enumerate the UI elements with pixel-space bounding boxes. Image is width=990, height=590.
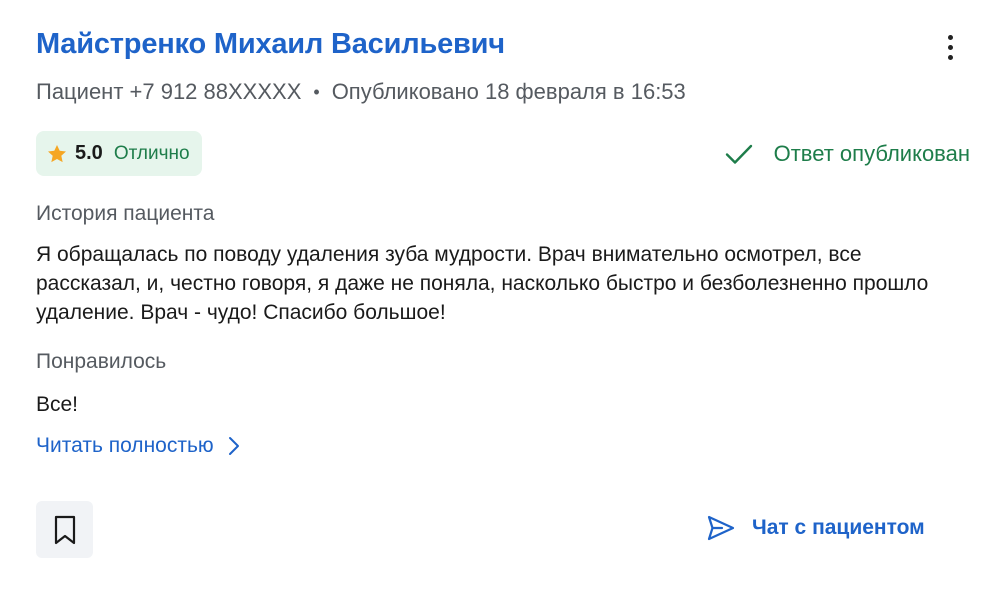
read-more-label: Читать полностью [36, 434, 214, 457]
check-icon [725, 144, 752, 164]
patient-phone: Пациент +7 912 88XXXXX [36, 79, 302, 104]
chevron-right-icon [228, 437, 239, 455]
more-dot [947, 54, 953, 60]
star-icon [48, 144, 66, 162]
more-options-button[interactable] [936, 30, 964, 64]
reply-status: Ответ опубликован [724, 141, 970, 167]
liked-heading: Понравилось [36, 350, 167, 373]
chat-button-label: Чат с пациентом [752, 516, 925, 539]
rating-badge: 5.0 Отлично [36, 131, 202, 176]
chat-with-patient-button[interactable]: Чат с пациентом [706, 513, 925, 543]
author-name-link[interactable]: Майстренко Михаил Васильевич [36, 28, 505, 61]
bookmark-icon [54, 515, 75, 544]
bookmark-button[interactable] [36, 501, 93, 558]
rating-score: 5.0 [75, 142, 103, 164]
history-heading: История пациента [36, 202, 215, 225]
history-text: Я обращалась по поводу удаления зуба муд… [36, 243, 929, 324]
more-vertical-icon [947, 34, 953, 40]
review-card: Майстренко Михаил Васильевич Пациент +7 … [0, 0, 990, 590]
reply-status-label: Ответ опубликован [773, 141, 970, 166]
send-icon [707, 515, 735, 541]
meta-separator: • [313, 81, 320, 102]
published-date: Опубликовано 18 февраля в 16:53 [331, 79, 686, 104]
read-more-link[interactable]: Читать полностью [36, 434, 240, 458]
review-meta: Пациент +7 912 88XXXXX • Опубликовано 18… [36, 79, 686, 105]
rating-verdict: Отлично [113, 142, 190, 164]
liked-text: Все! [36, 393, 79, 416]
more-dot [947, 44, 953, 50]
